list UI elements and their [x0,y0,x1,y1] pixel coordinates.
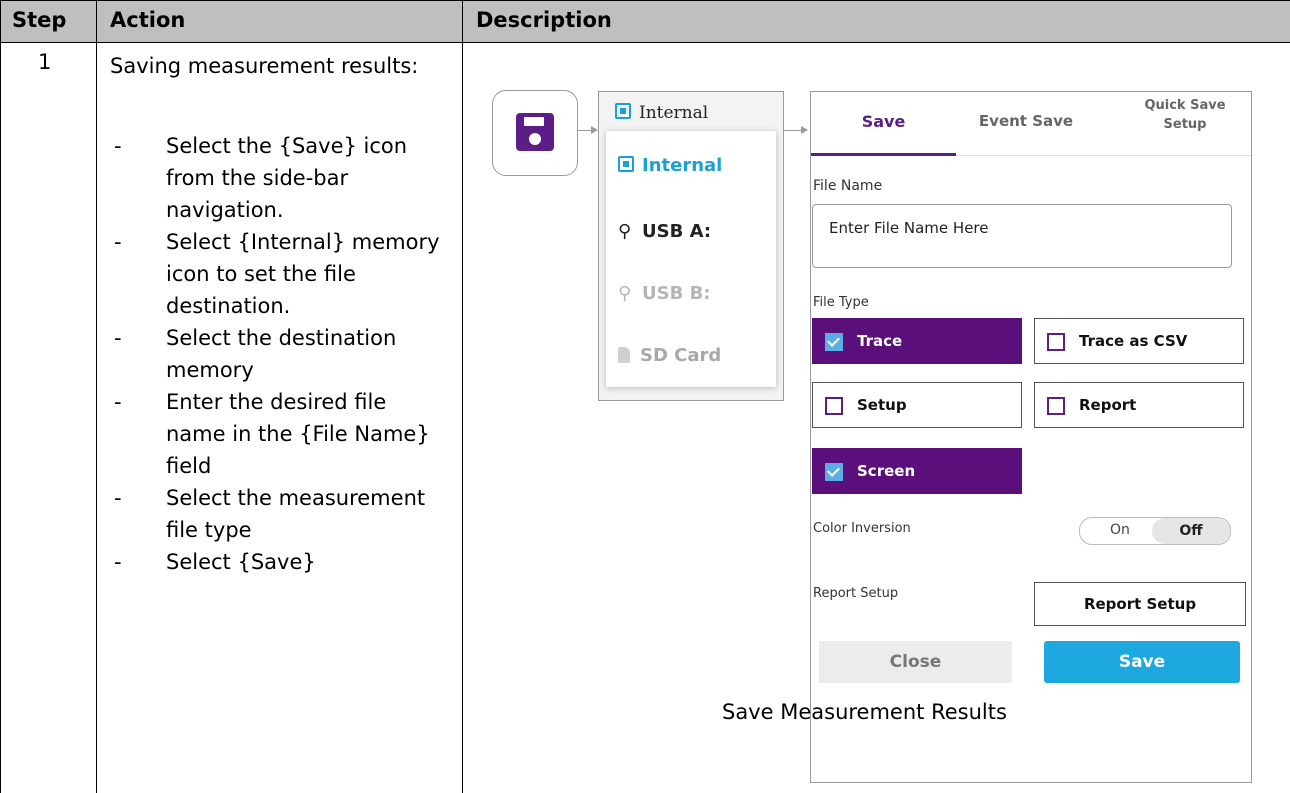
checkbox-icon [825,397,843,415]
toggle-off-option: Off [1152,518,1230,544]
memory-option-internal[interactable]: Internal [618,155,722,176]
close-button[interactable]: Close [819,641,1012,683]
header-step: Step [12,8,67,32]
arrow-icon [578,126,598,134]
floppy-disk-icon [516,113,554,151]
checkbox-icon [1047,397,1065,415]
list-item: - Select the measurement file type [110,482,450,546]
step-number: 1 [38,50,52,74]
bullet-dash: - [114,326,122,350]
file-name-input[interactable]: Enter File Name Here [812,204,1232,268]
file-type-report[interactable]: Report [1034,382,1244,428]
color-inversion-label: Color Inversion [813,521,911,536]
save-sidebar-button[interactable] [492,90,578,176]
table-col-divider-1 [96,0,97,793]
arrow-icon [784,126,808,134]
list-item: - Select {Save} [110,546,450,578]
tab-event-save[interactable]: Event Save [961,112,1091,130]
list-item: - Select {Internal} memory icon to set th… [110,226,450,322]
sd-card-icon [618,347,630,363]
table-header-divider [0,42,1290,43]
bullet-dash: - [114,230,122,254]
save-button[interactable]: Save [1044,641,1240,683]
file-type-screen[interactable]: Screen [812,448,1022,494]
report-setup-label: Report Setup [813,586,899,601]
action-title: Saving measurement results: [110,54,419,78]
file-type-trace-csv[interactable]: Trace as CSV [1034,318,1244,364]
tab-save[interactable]: Save [811,112,956,131]
checkbox-icon [825,333,843,351]
save-dialog: Save Event Save Quick Save Setup File Na… [810,91,1252,783]
file-type-trace[interactable]: Trace [812,318,1022,364]
checkbox-icon [825,463,843,481]
bullet-dash: - [114,134,122,158]
memory-option-usb-a[interactable]: ⚲ USB A: [618,221,711,242]
table-border-left [0,0,1,793]
file-type-label: File Type [813,295,869,310]
list-item: - Select the {Save} icon from the side-ba… [110,130,450,226]
toggle-on-option: On [1110,522,1130,538]
action-list: - Select the {Save} icon from the side-ba… [110,130,450,578]
checkbox-icon [1047,333,1065,351]
figure-caption: Save Measurement Results [722,700,1007,724]
header-description: Description [476,8,612,32]
file-name-label: File Name [813,178,883,194]
table-header-row [0,0,1290,42]
memory-current: Internal [639,103,709,123]
memory-option-usb-b[interactable]: ⚲ USB B: [618,283,710,304]
memory-option-sd-card[interactable]: SD Card [618,345,721,366]
bullet-dash: - [114,390,122,414]
color-inversion-toggle[interactable]: On Off [1079,517,1231,545]
bullet-dash: - [114,486,122,510]
tab-quick-save-setup[interactable]: Quick Save Setup [1129,96,1241,134]
report-setup-button[interactable]: Report Setup [1034,582,1246,626]
list-item: - Select the destination memory [110,322,450,386]
header-action: Action [110,8,186,32]
memory-dropdown: Internal ⚲ USB A: ⚲ USB B: SD Card [606,131,776,387]
chip-icon [618,156,634,172]
file-type-setup[interactable]: Setup [812,382,1022,428]
bullet-dash: - [114,550,122,574]
list-item: - Enter the desired file name in the {Fil… [110,386,450,482]
chip-icon [615,103,631,119]
usb-icon: ⚲ [618,283,632,304]
usb-icon: ⚲ [618,221,632,242]
tab-active-indicator [811,153,956,156]
table-col-divider-2 [462,0,463,793]
table-border-top [0,0,1290,1]
file-name-value: Enter File Name Here [829,219,989,237]
